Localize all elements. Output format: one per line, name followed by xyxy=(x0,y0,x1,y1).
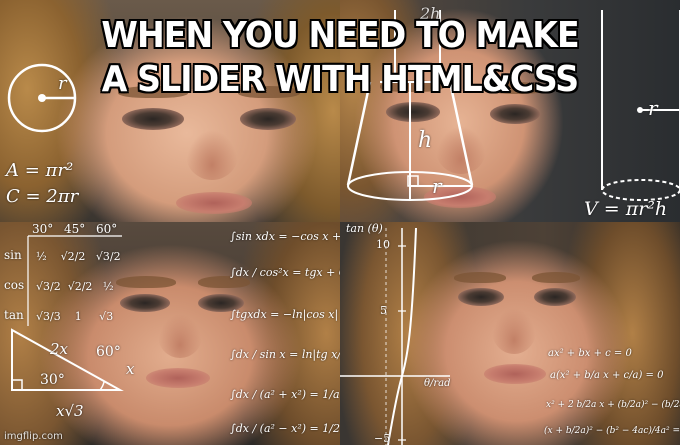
tick-10: 10 xyxy=(376,238,390,251)
integral-formula: ∫sin xdx = −cos x + C xyxy=(230,230,340,243)
triangle-xr3-label: x√3 xyxy=(56,402,84,420)
triangle-hypotenuse-label: 2x xyxy=(50,340,69,358)
tangent-graph xyxy=(340,227,450,445)
tick-5: 5 xyxy=(380,304,387,317)
height-label: h xyxy=(418,128,433,153)
trig-row-sin: sin xyxy=(4,248,22,262)
trig-row-tan: tan xyxy=(4,308,24,322)
integral-formula: ∫dx / cos²x = tgx + C xyxy=(230,266,340,279)
watermark: imgflip.com xyxy=(4,431,63,442)
circumference-formula: C = 2πr xyxy=(6,186,79,207)
triangle-x-label: x xyxy=(126,360,135,378)
integral-formula: ∫dx / (a² − x²) = 1/2a ln xyxy=(230,422,340,435)
meme-image: r A = πr² C = 2πr 2h h r r V = πr²h 30° … xyxy=(0,0,680,445)
tan-axis-label: tan (θ) xyxy=(346,222,383,235)
caption-line-2: A SLIDER WITH HTML&CSS xyxy=(101,58,580,101)
trig-header-45: 45° xyxy=(64,222,86,236)
cone-radius-label: r xyxy=(432,174,442,198)
trig-values: ½ √2/2 √3/2 √3/2 √2/2 ½ √3/3 1 √3 xyxy=(36,250,121,323)
trig-header-30: 30° xyxy=(32,222,54,236)
quadratic-step: x² + 2 b/2a x + (b/2a)² − (b/2a)² + xyxy=(546,400,680,410)
integral-formula: ∫dx / (a² + x²) = 1/a arctg xyxy=(230,388,340,401)
quadratic-step: ax² + bx + c = 0 xyxy=(548,348,632,359)
volume-formula: V = πr²h xyxy=(584,198,668,220)
panel-bottom-right: tan (θ) 10 5 −5 θ/rad ax² + bx + c = 0 a… xyxy=(340,222,680,445)
theta-axis-label: θ/rad xyxy=(424,378,451,389)
quadratic-step: (x + b/2a)² − (b² − 4ac)/4a² = 0 xyxy=(544,426,680,436)
panel-bottom-left: 30° 45° 60° sin cos tan ½ √2/2 √3/2 √3/2 … xyxy=(0,222,340,445)
triangle-angle-30: 30° xyxy=(40,372,65,388)
caption-line-1: WHEN YOU NEED TO MAKE xyxy=(100,14,580,57)
trig-row-cos: cos xyxy=(4,278,25,292)
area-formula: A = πr² xyxy=(6,160,74,181)
quadratic-step: a(x² + b/a x + c/a) = 0 xyxy=(550,370,664,381)
trig-header-60: 60° xyxy=(96,222,118,236)
triangle-angle-60: 60° xyxy=(96,344,121,360)
meme-caption: WHEN YOU NEED TO MAKE A SLIDER WITH HTML… xyxy=(27,14,653,102)
integral-formula: ∫dx / sin x = ln|tg x/2| + C xyxy=(230,348,340,361)
tick-minus-5: −5 xyxy=(374,432,391,445)
integral-formula: ∫tgxdx = −ln|cos x| + xyxy=(230,308,340,321)
